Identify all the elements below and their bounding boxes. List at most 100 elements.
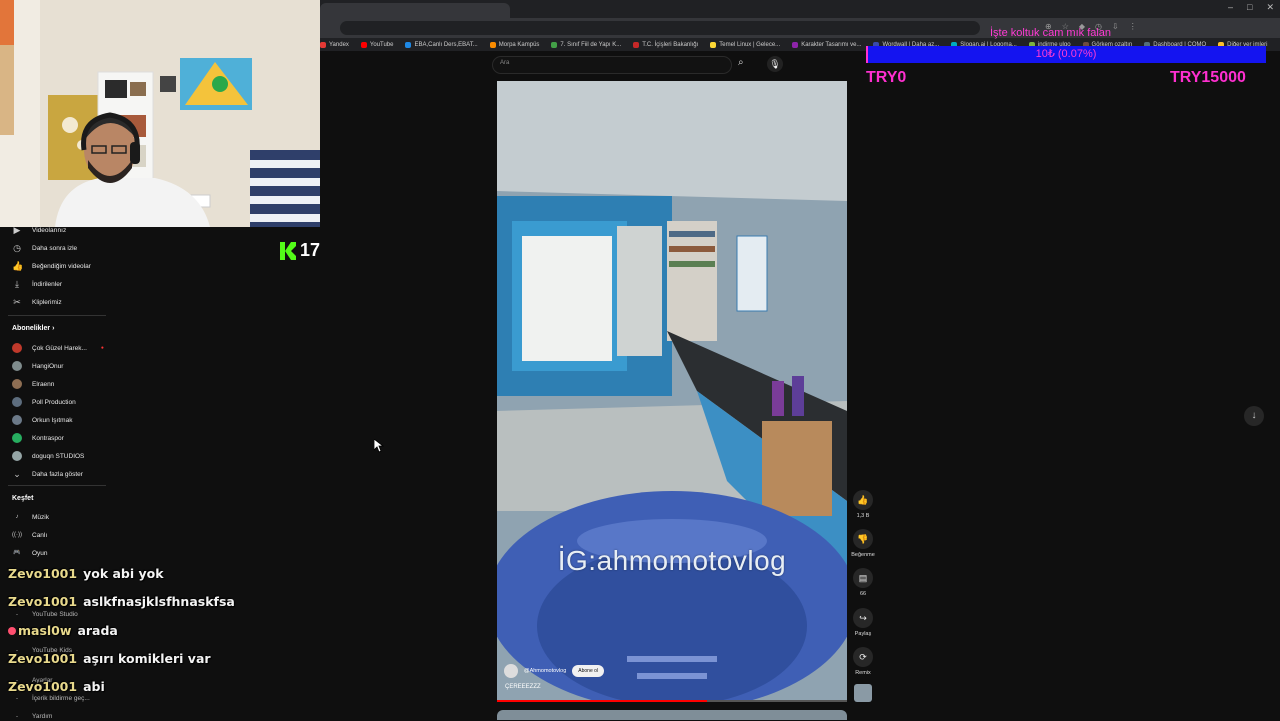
channel-avatar xyxy=(12,451,22,461)
bookmark-label: 7. Sınıf Fiil de Yapı K... xyxy=(560,41,622,48)
user-badge-icon xyxy=(8,626,16,635)
dislike-action[interactable]: 👎 Beğenme xyxy=(850,529,876,558)
bookmark-item[interactable]: 7. Sınıf Fiil de Yapı K... xyxy=(551,41,622,48)
search-icon[interactable]: ⌕ xyxy=(738,57,744,68)
channel-avatar xyxy=(12,343,22,353)
bookmark-label: Yandex xyxy=(329,41,349,48)
subscription-item[interactable]: Poll Production xyxy=(12,397,76,407)
settings-icon: · xyxy=(15,693,19,703)
subscription-item[interactable]: doguqn STUDIOS xyxy=(12,451,84,461)
download-icon[interactable]: ⇩ xyxy=(1112,22,1119,31)
microphone-icon[interactable]: 🎙 xyxy=(767,56,783,72)
download-icon: ⤓ xyxy=(15,279,19,289)
comments-action[interactable]: ▤ 66 xyxy=(850,568,876,597)
bookmark-item[interactable]: Morpa Kampüs xyxy=(489,41,539,48)
bookmark-item[interactable]: Karakter Tasarımı ve... xyxy=(792,41,862,48)
bookmark-item[interactable]: YouTube xyxy=(360,41,393,48)
sidebar-item[interactable]: 👍 Beğendiğim videolar xyxy=(12,261,91,271)
explore-item-label: Müzik xyxy=(32,513,49,521)
bookmark-item[interactable]: T.C. İçişleri Bakanlığı xyxy=(633,41,698,48)
explore-item[interactable]: ((·)) Canlı xyxy=(12,530,47,540)
show-more-button[interactable]: ⌄ Daha fazla göster xyxy=(12,469,83,479)
sidebar-item[interactable]: ◷ Daha sonra izle xyxy=(12,243,77,253)
video-title[interactable]: ÇEREEEZZZ xyxy=(505,684,541,690)
share-label: Paylaş xyxy=(854,631,872,637)
explore-item[interactable]: ♪ Müzik xyxy=(12,512,49,522)
search-input[interactable] xyxy=(492,56,732,74)
subscriptions-heading[interactable]: Abonelikler › xyxy=(12,325,54,332)
scissors-icon: ✂ xyxy=(13,297,21,307)
bookmark-favicon-icon xyxy=(405,41,412,48)
chat-username: Zevo1001 xyxy=(8,594,78,609)
subscription-item[interactable]: Çok Güzel Harek... ● xyxy=(12,343,104,353)
channel-avatar xyxy=(12,415,22,425)
sidebar-more-item[interactable]: · İçerik bildirme geç... xyxy=(12,693,90,703)
close-icon[interactable]: ✕ xyxy=(1266,2,1274,13)
sidebar-item[interactable]: ⤓ İndirilenler xyxy=(12,279,62,289)
subscribe-button[interactable]: Abone ol xyxy=(572,665,605,677)
remix-action[interactable]: ⟳ Remix xyxy=(850,647,876,676)
subscription-item[interactable]: Orkun Işıtmak xyxy=(12,415,72,425)
bookmark-label: Karakter Tasarımı ve... xyxy=(801,41,862,48)
subscription-label: Çok Güzel Harek... xyxy=(32,344,87,352)
chat-username: Zevo1001 xyxy=(8,651,78,666)
sidebar-item[interactable]: ▶ Videolarınız xyxy=(12,225,67,235)
sidebar-item-label: Kliplerimiz xyxy=(32,298,62,306)
video-icon: ▶ xyxy=(13,225,21,235)
video-progress-fill xyxy=(497,700,707,702)
sidebar-item[interactable]: ✂ Kliplerimiz xyxy=(12,297,62,307)
channel-avatar[interactable] xyxy=(504,664,518,678)
explore-item-label: Canlı xyxy=(32,531,48,539)
minimize-icon[interactable]: – xyxy=(1228,2,1233,13)
channel-avatar xyxy=(12,361,22,371)
search-placeholder: Ara xyxy=(500,60,510,66)
music-icon: ♪ xyxy=(15,514,19,520)
subscription-item[interactable]: HangiOnur xyxy=(12,361,63,371)
video-caption: İG:ahmomotovlog xyxy=(557,545,787,576)
bookmark-item[interactable]: Yandex xyxy=(320,41,349,48)
chat-message: Zevo1001 aşırı komikleri var xyxy=(8,651,211,666)
active-tab[interactable] xyxy=(320,3,510,18)
show-more-label: Daha fazla göster xyxy=(32,470,83,478)
channel-name[interactable]: @Ahmomotovlog xyxy=(524,668,566,674)
shorts-video-player[interactable] xyxy=(497,81,847,702)
bookmark-item[interactable]: EBA,Canlı Ders,EBAT... xyxy=(405,41,478,48)
chat-message: Zevo1001 aslkfnasjklsfhnaskfsa xyxy=(8,594,235,609)
sidebar-more-label: Yardım xyxy=(32,712,53,720)
like-count: 1,3 B xyxy=(856,513,870,519)
live-indicator-icon: ● xyxy=(100,345,104,351)
sidebar-more-label: YouTube Studio xyxy=(32,610,78,618)
address-bar[interactable] xyxy=(340,21,980,35)
maximize-icon[interactable]: □ xyxy=(1247,2,1252,13)
sidebar-more-item[interactable]: · YouTube Studio xyxy=(12,609,78,619)
bookmark-favicon-icon xyxy=(551,41,558,48)
clock-icon: ◷ xyxy=(13,243,21,253)
share-icon[interactable]: ↪ xyxy=(853,608,873,628)
share-action[interactable]: ↪ Paylaş xyxy=(850,608,876,637)
explore-item[interactable]: 🎮 Oyun xyxy=(12,548,48,558)
explore-item-label: Oyun xyxy=(32,549,48,557)
menu-icon[interactable]: ⋮ xyxy=(1129,22,1137,31)
remix-label: Remix xyxy=(855,670,871,676)
bookmark-item[interactable]: Temel Linux | Gelece... xyxy=(710,41,780,48)
thumb-down-icon[interactable]: 👎 xyxy=(853,529,873,549)
subscription-label: Orkun Işıtmak xyxy=(32,416,73,424)
subscription-item[interactable]: Kontraspor xyxy=(12,433,64,443)
subscription-item[interactable]: Elraenn xyxy=(12,379,54,389)
channel-row: @Ahmomotovlog Abone ol xyxy=(504,664,605,678)
remix-icon[interactable]: ⟳ xyxy=(853,647,873,667)
chat-text: arada xyxy=(77,623,118,638)
bookmark-favicon-icon xyxy=(320,41,326,48)
bookmark-favicon-icon xyxy=(633,41,640,48)
sidebar-divider xyxy=(8,315,106,316)
subscription-label: Poll Production xyxy=(32,398,76,406)
like-action[interactable]: 👍 1,3 B xyxy=(850,490,876,519)
next-short-preview[interactable] xyxy=(497,710,847,720)
thumb-up-icon[interactable]: 👍 xyxy=(853,490,873,510)
explore-heading: Keşfet xyxy=(12,495,34,502)
comment-icon[interactable]: ▤ xyxy=(853,568,873,588)
sound-thumbnail[interactable] xyxy=(854,684,872,702)
next-video-arrow-icon[interactable]: ↓ xyxy=(1244,406,1264,426)
subscription-label: doguqn STUDIOS xyxy=(32,452,85,460)
mouse-cursor-icon xyxy=(374,439,384,453)
